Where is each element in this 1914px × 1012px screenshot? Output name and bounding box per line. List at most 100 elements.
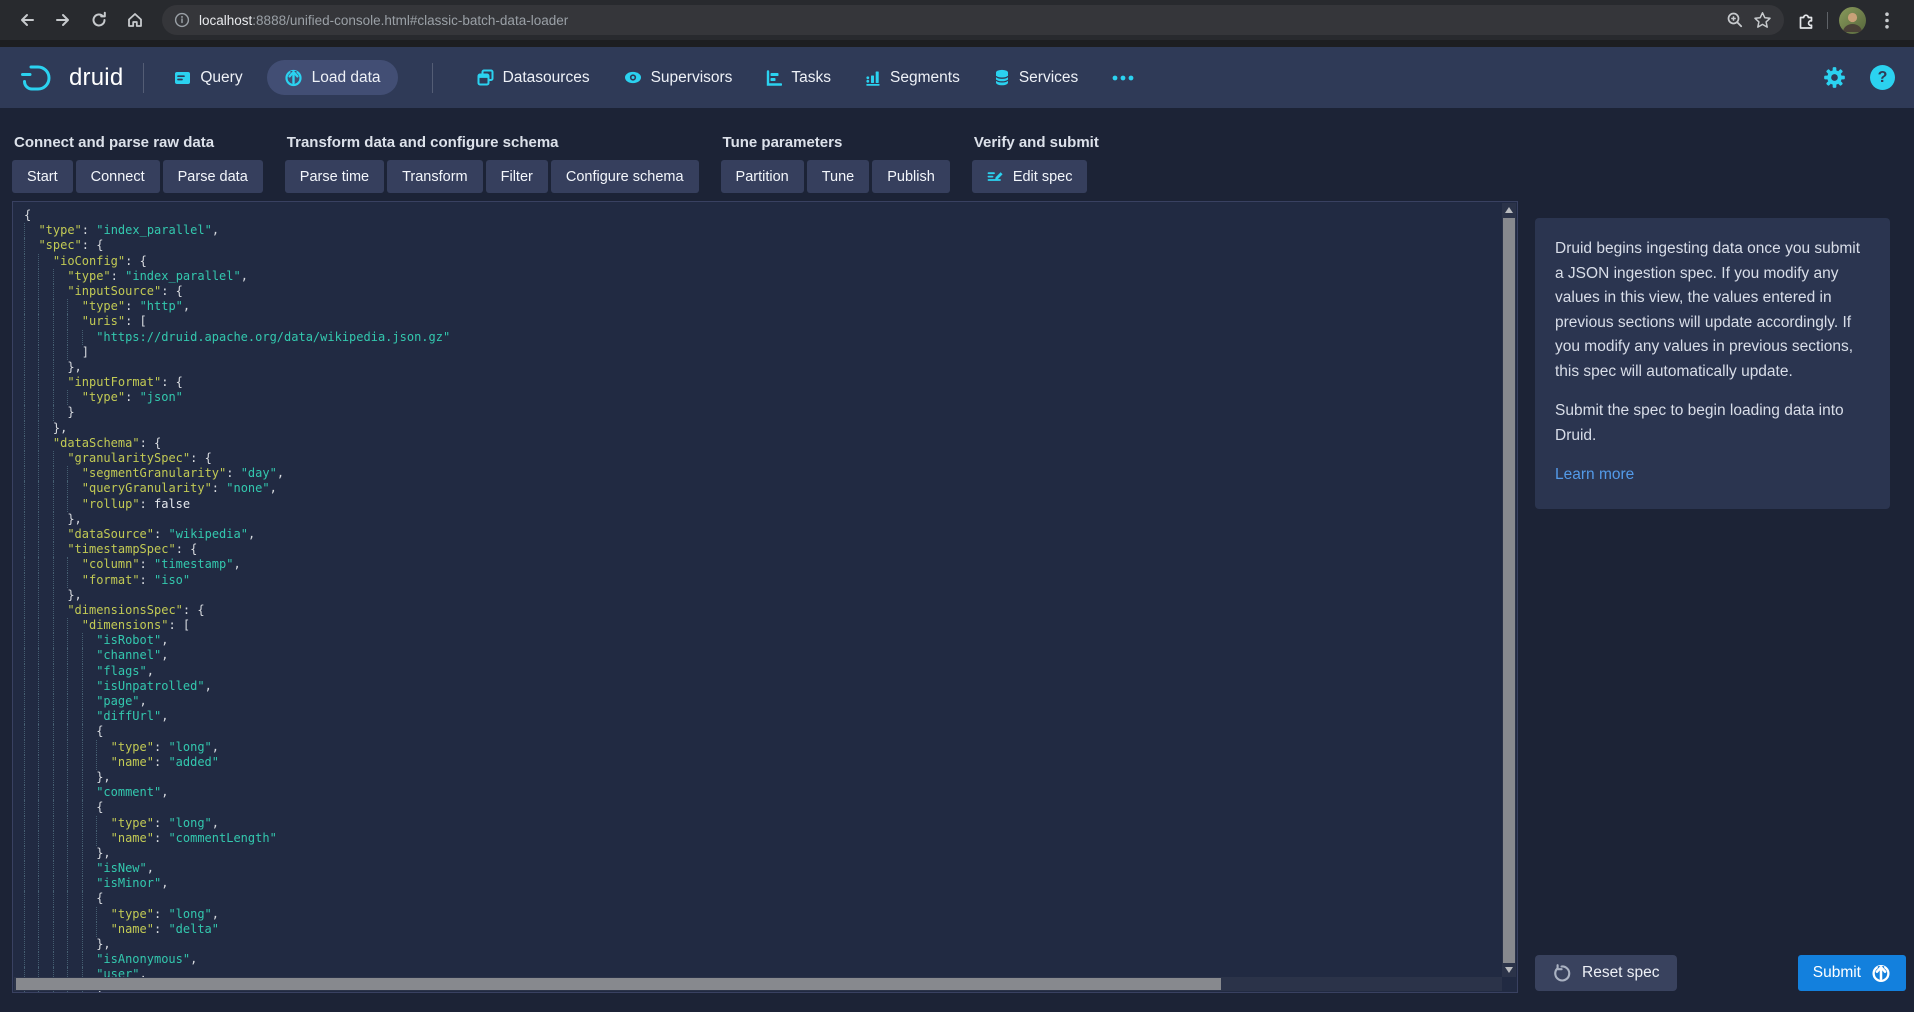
scroll-down-arrow[interactable] [1502, 963, 1516, 977]
forward-button[interactable] [48, 5, 78, 35]
editor-line[interactable]: "dimensionsSpec": { [24, 603, 1517, 618]
editor-line[interactable]: "ioConfig": { [24, 254, 1517, 269]
settings-gear-icon[interactable] [1823, 66, 1846, 89]
horizontal-scroll-thumb[interactable] [16, 978, 1221, 990]
profile-avatar[interactable] [1839, 7, 1866, 34]
nav-more-button[interactable] [1102, 67, 1144, 89]
editor-line[interactable]: "isRobot", [24, 633, 1517, 648]
editor-line[interactable]: ] [24, 345, 1517, 360]
editor-line[interactable]: }, [24, 360, 1517, 375]
editor-line[interactable]: "isMinor", [24, 876, 1517, 891]
vertical-scroll-thumb[interactable] [1503, 218, 1515, 963]
editor-line[interactable]: "channel", [24, 648, 1517, 663]
editor-line[interactable]: "name": "commentLength" [24, 831, 1517, 846]
editor-line[interactable]: "type": "long", [24, 816, 1517, 831]
editor-line[interactable]: { [24, 208, 1517, 223]
nav-divider [432, 63, 433, 93]
editor-line[interactable]: }, [24, 588, 1517, 603]
zoom-icon[interactable] [1726, 11, 1744, 29]
editor-vertical-scrollbar[interactable] [1502, 203, 1516, 977]
help-button[interactable]: ? [1870, 65, 1895, 90]
step-button-edit-spec[interactable]: Edit spec [972, 160, 1088, 193]
editor-line[interactable]: "dataSchema": { [24, 436, 1517, 451]
editor-line[interactable]: "timestampSpec": { [24, 542, 1517, 557]
editor-line[interactable]: }, [24, 937, 1517, 952]
editor-line[interactable]: "comment", [24, 785, 1517, 800]
editor-line[interactable]: }, [24, 846, 1517, 861]
nav-item-query[interactable]: Query [164, 61, 252, 95]
submit-button[interactable]: Submit [1798, 955, 1906, 991]
editor-line[interactable]: "segmentGranularity": "day", [24, 466, 1517, 481]
step-button-configure-schema[interactable]: Configure schema [551, 160, 699, 193]
bar-chart-icon [865, 70, 881, 86]
learn-more-link[interactable]: Learn more [1555, 466, 1634, 483]
edit-spec-icon [987, 169, 1004, 184]
step-button-parse-data[interactable]: Parse data [163, 160, 263, 193]
editor-line[interactable]: "diffUrl", [24, 709, 1517, 724]
step-button-start[interactable]: Start [12, 160, 73, 193]
step-button-parse-time[interactable]: Parse time [285, 160, 384, 193]
editor-line[interactable]: "rollup": false [24, 497, 1517, 512]
reload-button[interactable] [84, 5, 114, 35]
spec-editor-content[interactable]: {"type": "index_parallel","spec": {"ioCo… [13, 202, 1517, 993]
editor-line[interactable]: "page", [24, 694, 1517, 709]
browser-menu-button[interactable] [1872, 5, 1902, 35]
editor-line[interactable]: "queryGranularity": "none", [24, 481, 1517, 496]
editor-line[interactable]: "granularitySpec": { [24, 451, 1517, 466]
editor-line[interactable]: } [24, 405, 1517, 420]
reset-spec-button[interactable]: Reset spec [1535, 955, 1677, 991]
editor-horizontal-scrollbar[interactable] [14, 977, 1502, 991]
editor-line[interactable]: "type": "http", [24, 299, 1517, 314]
druid-logo[interactable]: druid [19, 63, 123, 93]
nav-item-services[interactable]: Services [984, 61, 1088, 95]
step-button-filter[interactable]: Filter [486, 160, 548, 193]
editor-line[interactable]: { [24, 724, 1517, 739]
spec-editor[interactable]: {"type": "index_parallel","spec": {"ioCo… [12, 201, 1518, 993]
editor-line[interactable]: "type": "index_parallel", [24, 223, 1517, 238]
bookmark-star-icon[interactable] [1753, 11, 1772, 30]
editor-line[interactable]: { [24, 800, 1517, 815]
nav-item-load-data[interactable]: Load data [267, 60, 398, 95]
editor-line[interactable]: "dimensions": [ [24, 618, 1517, 633]
editor-line[interactable]: "dataSource": "wikipedia", [24, 527, 1517, 542]
step-button-partition[interactable]: Partition [721, 160, 804, 193]
step-button-connect[interactable]: Connect [76, 160, 160, 193]
nav-item-segments[interactable]: Segments [855, 61, 970, 95]
step-button-publish[interactable]: Publish [872, 160, 950, 193]
editor-line[interactable]: }, [24, 770, 1517, 785]
editor-line[interactable]: "name": "added" [24, 755, 1517, 770]
editor-line[interactable]: "isAnonymous", [24, 952, 1517, 967]
editor-line[interactable]: "type": "json" [24, 390, 1517, 405]
editor-line[interactable]: "type": "long", [24, 907, 1517, 922]
editor-line[interactable]: "spec": { [24, 238, 1517, 253]
toolbar-divider [1827, 12, 1829, 29]
editor-line[interactable]: "isNew", [24, 861, 1517, 876]
extensions-puzzle-icon[interactable] [1796, 10, 1816, 30]
editor-line[interactable]: "uris": [ [24, 314, 1517, 329]
editor-line[interactable]: "type": "index_parallel", [24, 269, 1517, 284]
back-button[interactable] [12, 5, 42, 35]
home-button[interactable] [120, 5, 150, 35]
nav-item-tasks[interactable]: Tasks [756, 61, 841, 95]
editor-line[interactable]: "format": "iso" [24, 573, 1517, 588]
editor-line[interactable]: }, [24, 421, 1517, 436]
nav-item-datasources[interactable]: Datasources [467, 61, 600, 95]
editor-line[interactable]: "column": "timestamp", [24, 557, 1517, 572]
nav-item-supervisors[interactable]: Supervisors [614, 61, 743, 95]
editor-line[interactable]: "inputSource": { [24, 284, 1517, 299]
scroll-up-arrow[interactable] [1502, 203, 1516, 217]
url-bar[interactable]: localhost:8888/unified-console.html#clas… [162, 5, 1784, 35]
more-dots-icon [1112, 75, 1134, 81]
editor-line[interactable]: { [24, 891, 1517, 906]
editor-line[interactable]: }, [24, 512, 1517, 527]
editor-line[interactable]: "type": "long", [24, 740, 1517, 755]
editor-line[interactable]: "inputFormat": { [24, 375, 1517, 390]
editor-line[interactable]: "name": "delta" [24, 922, 1517, 937]
editor-line[interactable]: "isUnpatrolled", [24, 679, 1517, 694]
reload-icon [90, 11, 108, 29]
editor-line[interactable]: "https://druid.apache.org/data/wikipedia… [24, 330, 1517, 345]
editor-line[interactable]: "flags", [24, 664, 1517, 679]
step-button-transform[interactable]: Transform [387, 160, 483, 193]
site-info-icon[interactable] [174, 12, 190, 28]
step-button-tune[interactable]: Tune [807, 160, 870, 193]
